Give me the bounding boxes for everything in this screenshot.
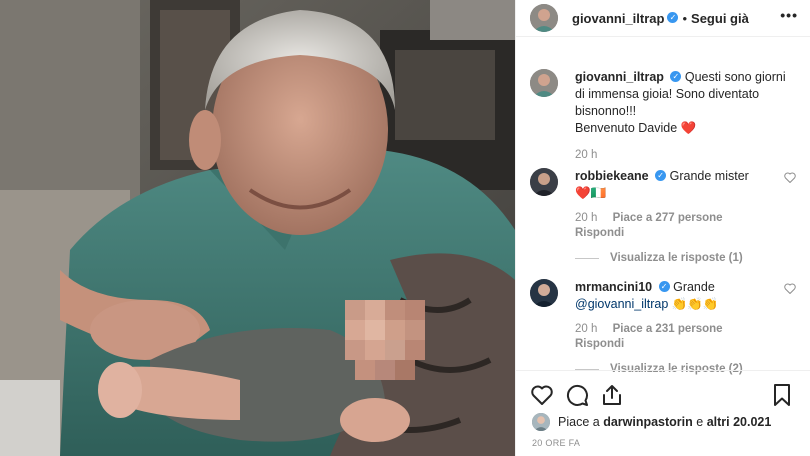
post-side-panel: giovanni_iltrap ✓ • Segui già ••• giovan… bbox=[515, 0, 810, 456]
photo-grandfather-baby bbox=[0, 0, 515, 456]
liker-avatar[interactable] bbox=[532, 413, 550, 431]
author-username[interactable]: giovanni_iltrap bbox=[572, 11, 664, 26]
post-actions: Piace a darwinpastorin e altri 20.021 20… bbox=[516, 370, 810, 456]
comment-like-icon[interactable] bbox=[784, 283, 796, 294]
share-arrow-icon[interactable] bbox=[600, 383, 624, 407]
comment-time[interactable]: 20 h bbox=[575, 212, 597, 224]
clap-emoji: 👏👏👏 bbox=[671, 297, 719, 311]
caption-username[interactable]: giovanni_iltrap bbox=[575, 70, 664, 84]
caption-avatar[interactable] bbox=[530, 69, 558, 97]
view-replies-label: Visualizza le risposte (1) bbox=[610, 252, 743, 264]
comment-text: Grande bbox=[673, 280, 715, 294]
post-photo[interactable] bbox=[0, 0, 515, 456]
verified-badge-icon: ✓ bbox=[655, 170, 667, 182]
comment-emoji: ❤️🇮🇪 bbox=[575, 186, 607, 200]
more-options-icon[interactable]: ••• bbox=[780, 8, 798, 22]
verified-badge-icon: ✓ bbox=[658, 281, 670, 293]
comment-likes[interactable]: Piace a 231 persone bbox=[613, 323, 723, 335]
likes-others[interactable]: altri 20.021 bbox=[707, 415, 772, 429]
pixelated-baby-face bbox=[345, 300, 425, 380]
reply-button[interactable]: Rispondi bbox=[575, 338, 776, 351]
comment-like-icon[interactable] bbox=[784, 172, 796, 183]
bookmark-icon[interactable] bbox=[770, 383, 794, 407]
commenter-avatar[interactable] bbox=[530, 168, 558, 196]
comment-username[interactable]: robbiekeane bbox=[575, 169, 649, 183]
red-heart-emoji: ❤️ bbox=[680, 121, 697, 135]
commenter-avatar[interactable] bbox=[530, 279, 558, 307]
reply-button[interactable]: Rispondi bbox=[575, 227, 776, 240]
replies-divider bbox=[575, 258, 599, 259]
heart-outline-icon[interactable] bbox=[530, 383, 554, 407]
likes-connector: e bbox=[696, 415, 704, 429]
follow-button[interactable]: Segui già bbox=[691, 11, 749, 26]
comment-mention-link[interactable]: @giovanni_iltrap bbox=[575, 297, 668, 311]
post-header: giovanni_iltrap ✓ • Segui già ••• bbox=[516, 0, 810, 37]
comment-time[interactable]: 20 h bbox=[575, 323, 597, 335]
likes-prefix: Piace a bbox=[558, 415, 600, 429]
caption-time[interactable]: 20 h bbox=[575, 149, 597, 161]
action-row bbox=[516, 371, 810, 415]
verified-badge-icon: ✓ bbox=[667, 11, 679, 23]
view-replies-button[interactable]: Visualizza le risposte (1) bbox=[575, 250, 776, 267]
comment-username[interactable]: mrmancini10 bbox=[575, 280, 652, 294]
caption-text-line2: Benvenuto Davide bbox=[575, 121, 678, 135]
separator-dot: • bbox=[682, 10, 688, 26]
liker-username[interactable]: darwinpastorin bbox=[603, 415, 693, 429]
comments-section[interactable]: giovanni_iltrap ✓ Questi sono giorni di … bbox=[516, 37, 810, 375]
comment-likes[interactable]: Piace a 277 persone bbox=[613, 212, 723, 224]
post-date[interactable]: 20 ORE FA bbox=[532, 438, 580, 448]
comment-text: Grande mister bbox=[669, 169, 749, 183]
verified-badge-icon: ✓ bbox=[670, 71, 682, 83]
likes-summary[interactable]: Piace a darwinpastorin e altri 20.021 bbox=[532, 413, 771, 431]
author-avatar[interactable] bbox=[530, 4, 558, 32]
comment-bubble-icon[interactable] bbox=[565, 383, 589, 407]
